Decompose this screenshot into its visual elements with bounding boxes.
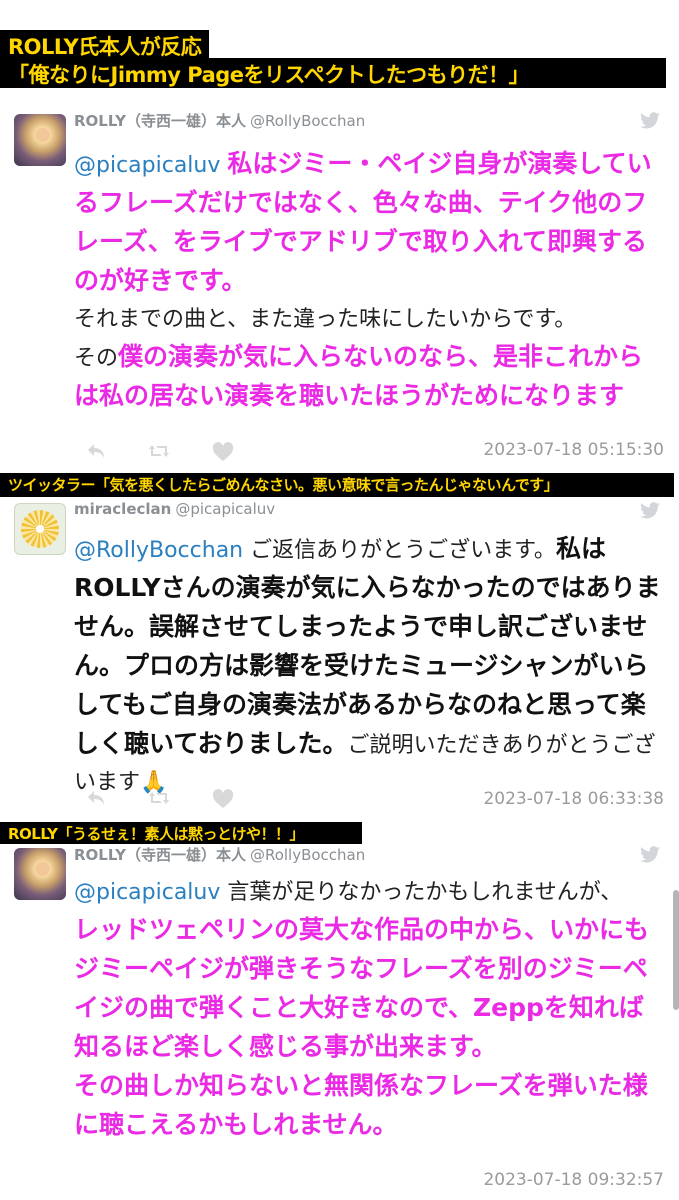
top-banner-line1: ROLLY氏本人が反応 <box>0 30 210 59</box>
bold-text: 私はROLLYさんの演奏が気に入らなかったのではありません。誤解させてしまったよ… <box>74 534 661 758</box>
middle-banner: ツイッタラー「気を悪くしたらごめんなさい。悪い意味で言ったんじゃないんです」 <box>0 473 674 497</box>
twitter-bird-icon <box>640 502 660 519</box>
tweet-timestamp: 2023-07-18 06:33:38 <box>483 789 664 809</box>
author-name[interactable]: ROLLY（寺西一雄）本人 <box>74 112 246 130</box>
tweet-timestamp: 2023-07-18 05:15:30 <box>483 440 664 460</box>
author-handle[interactable]: @picapicaluv <box>175 500 275 518</box>
reply-icon[interactable] <box>86 789 106 811</box>
tweet-1: ROLLY（寺西一雄）本人 @RollyBocchan @picapicaluv … <box>0 100 679 470</box>
author-handle[interactable]: @RollyBocchan <box>250 846 365 864</box>
like-icon[interactable] <box>212 442 234 466</box>
retweet-icon[interactable] <box>148 789 170 811</box>
highlight-text: 僕の演奏が気に入らないのなら、是非これからは私の居ない演奏を聴いたほうがためにな… <box>74 342 644 410</box>
plain-text: ご返信ありがとうございます。 <box>250 538 556 563</box>
tweet-3: ROLLY（寺西一雄）本人 @RollyBocchan @picapicaluv … <box>0 844 679 1200</box>
mention-link[interactable]: @RollyBocchan <box>74 538 243 563</box>
mention-link[interactable]: @picapicaluv <box>74 880 220 905</box>
author-name[interactable]: ROLLY（寺西一雄）本人 <box>74 846 246 864</box>
scrollbar[interactable] <box>673 890 679 1010</box>
tweet-body: @picapicaluv 私はジミー・ペイジ自身が演奏しているフレーズだけではな… <box>74 145 664 416</box>
reply-icon[interactable] <box>86 442 106 464</box>
highlight-text: その曲しか知らないと無関係なフレーズを弾いた様に聴こえるかもしれません。 <box>74 1071 648 1139</box>
twitter-bird-icon <box>640 846 660 863</box>
highlight-text: レッドツェペリンの莫大な作品の中から、いかにもジミーペイジが弾きそうなフレーズを… <box>74 915 650 1061</box>
top-banner-line2: 「俺なりにJimmy Pageをリスペクトしたつもりだ！」 <box>0 58 666 88</box>
twitter-bird-icon <box>640 112 660 129</box>
plain-text: 言葉が足りなかったかもしれませんが、 <box>227 880 623 905</box>
like-icon[interactable] <box>212 789 234 813</box>
author-handle[interactable]: @RollyBocchan <box>250 112 365 130</box>
miracleclan-avatar[interactable] <box>14 503 66 555</box>
plain-text: それまでの曲と、また違った味にしたいからです。 <box>74 307 577 332</box>
tweet-2: miracleclan @picapicaluv @RollyBocchan ご返… <box>0 497 679 817</box>
tweet-body: @RollyBocchan ご返信ありがとうございます。私はROLLYさんの演奏… <box>74 530 664 801</box>
tweet-body: @picapicaluv 言葉が足りなかったかもしれませんが、 レッドツェペリン… <box>74 874 664 1145</box>
retweet-icon[interactable] <box>148 442 170 464</box>
mention-link[interactable]: @picapicaluv <box>74 153 220 178</box>
rolly-avatar[interactable] <box>14 114 66 166</box>
tweet-header: miracleclan @picapicaluv <box>74 500 275 518</box>
plain-text: その <box>74 346 119 371</box>
tweet-header: ROLLY（寺西一雄）本人 @RollyBocchan <box>74 110 365 131</box>
author-name[interactable]: miracleclan <box>74 500 171 518</box>
tweet-header: ROLLY（寺西一雄）本人 @RollyBocchan <box>74 844 365 865</box>
rolly-avatar[interactable] <box>14 848 66 900</box>
bottom-banner: ROLLY「うるせぇ！素人は黙っとけや！！」 <box>0 822 362 844</box>
tweet-timestamp: 2023-07-18 09:32:57 <box>483 1170 664 1190</box>
